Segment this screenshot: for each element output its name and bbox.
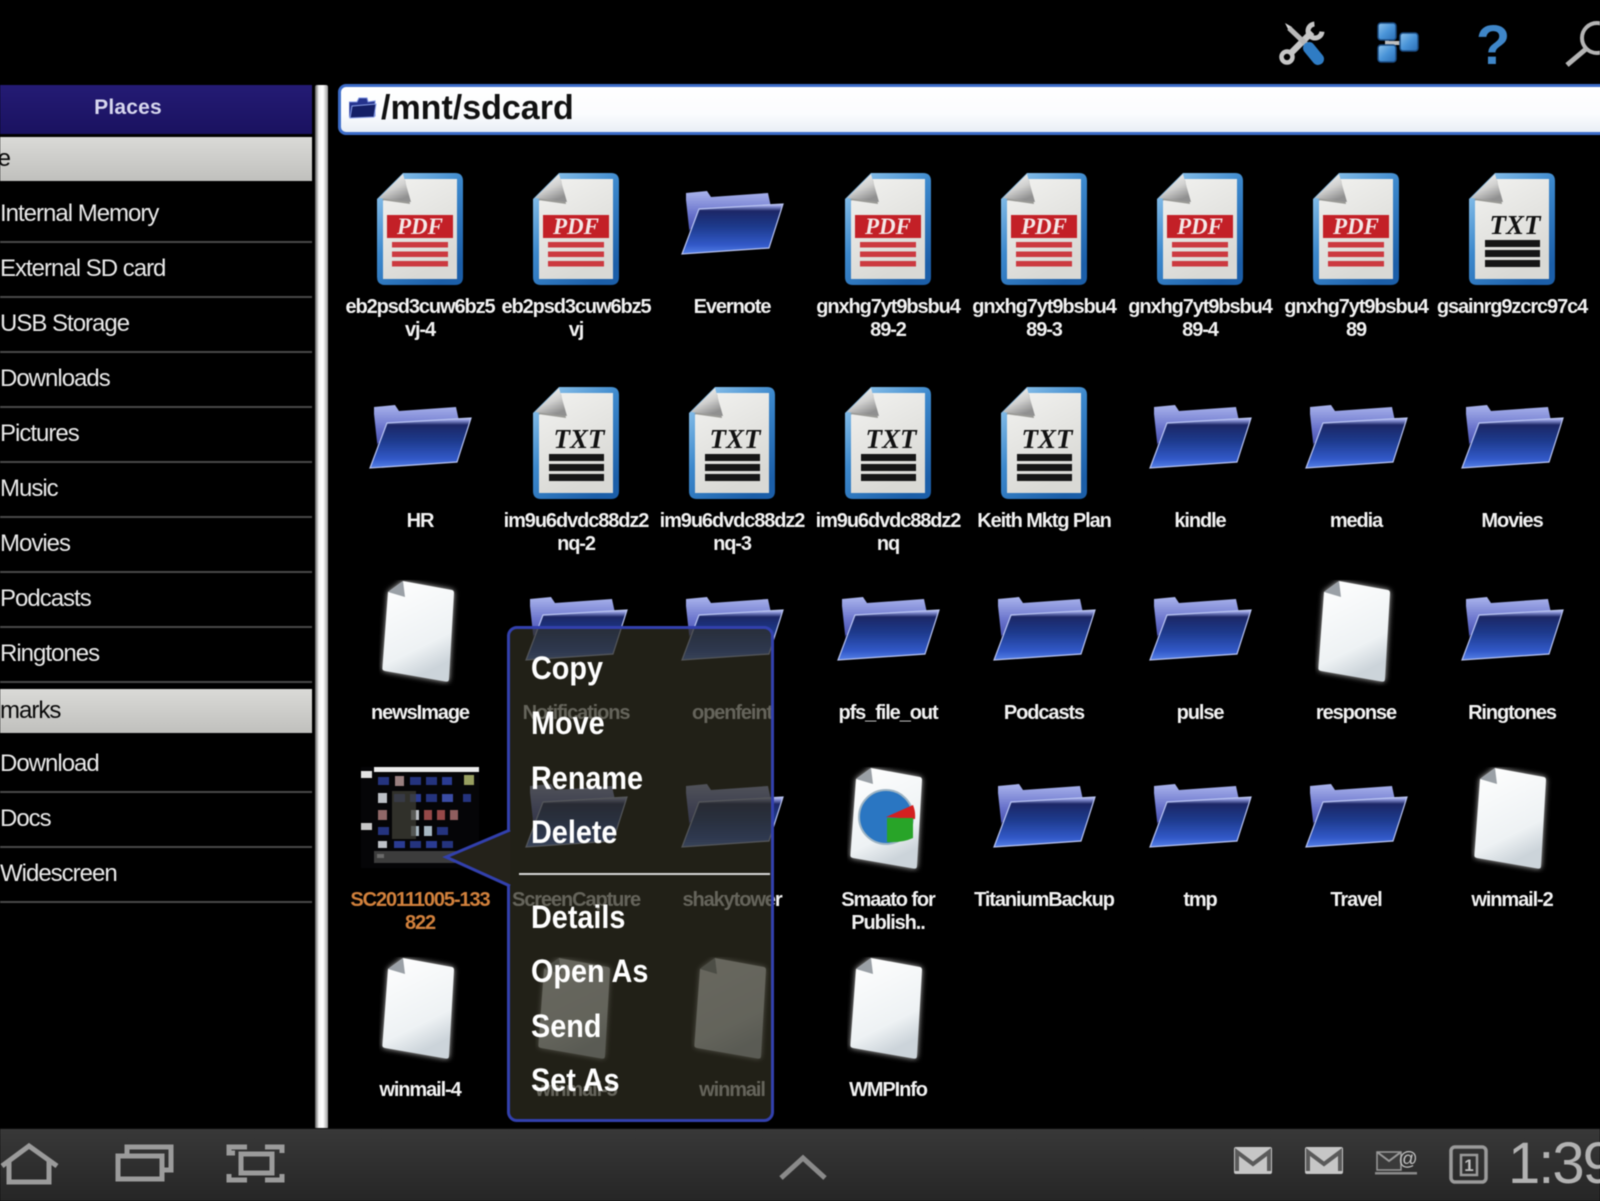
- svg-text:@: @: [1398, 1149, 1417, 1170]
- svg-text:1: 1: [1464, 1156, 1473, 1175]
